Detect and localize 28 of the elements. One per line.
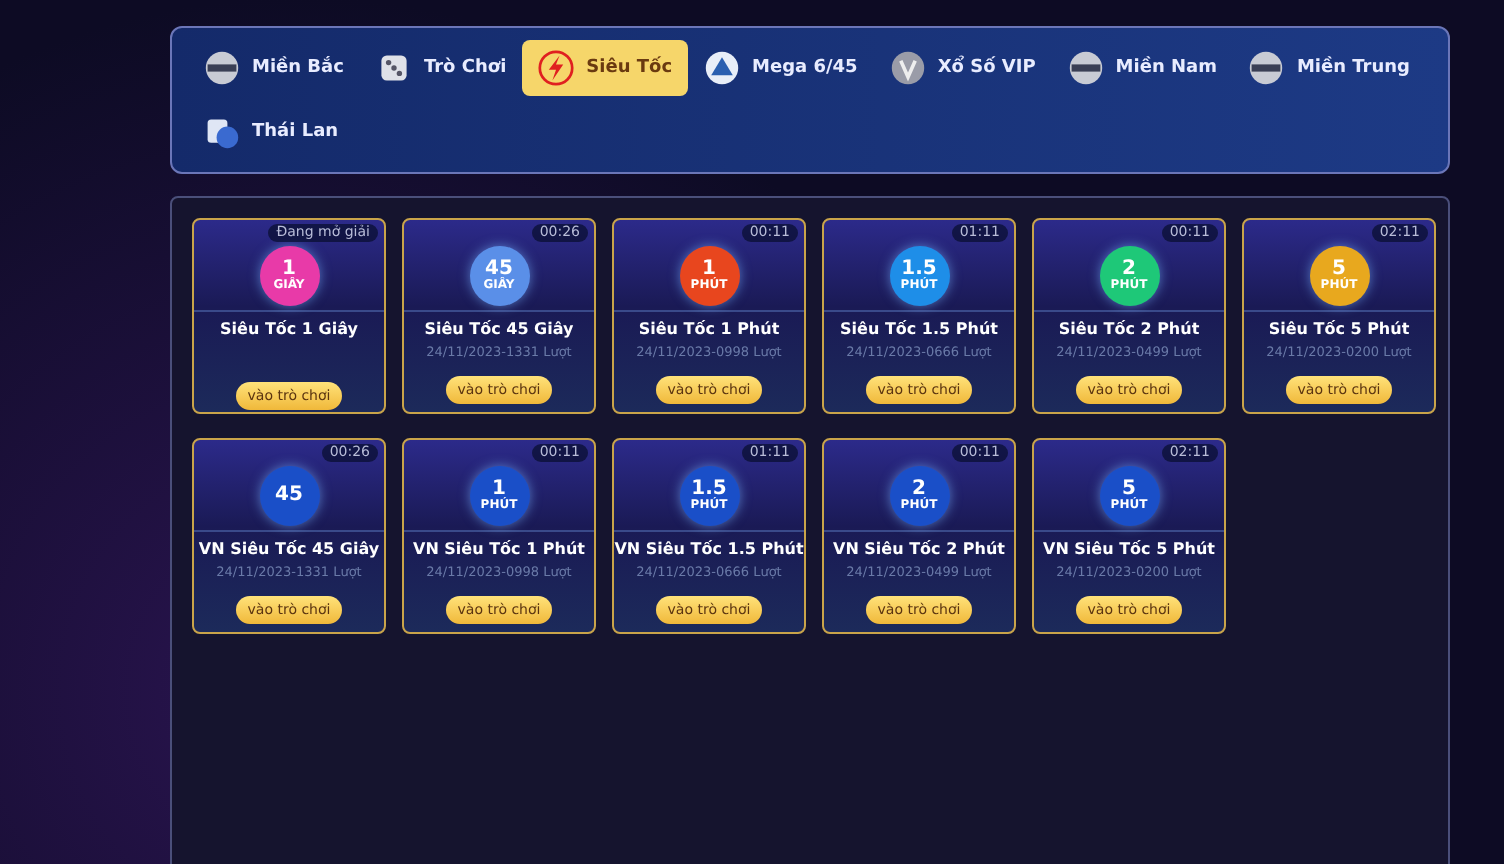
game-title: VN Siêu Tốc 45 Giây — [198, 540, 380, 558]
dice-icon — [375, 50, 412, 86]
category-tab[interactable]: Miền Bắc — [188, 40, 360, 96]
category-tab[interactable]: Xổ Số VIP — [873, 40, 1052, 96]
game-title: Siêu Tốc 1.5 Phút — [840, 320, 998, 338]
category-tab[interactable]: Trò Chơi — [359, 40, 523, 96]
game-title: VN Siêu Tốc 1.5 Phút — [614, 540, 804, 558]
game-title: Siêu Tốc 1 Giây — [220, 320, 358, 338]
lightning-icon — [538, 50, 575, 86]
game-title: Siêu Tốc 45 Giây — [424, 320, 574, 338]
category-tab[interactable]: Mega 6/45 — [688, 40, 874, 96]
game-logo: 45 — [259, 466, 319, 526]
game-title: VN Siêu Tốc 2 Phút — [833, 540, 1005, 558]
coin-icon — [889, 50, 926, 86]
medal-icon — [204, 50, 240, 86]
triangle-logo-icon — [704, 50, 741, 86]
category-tab[interactable]: Miền Nam — [1051, 40, 1233, 96]
category-tab[interactable]: Miền Trung — [1232, 40, 1426, 96]
game-title: VN Siêu Tốc 5 Phút — [1043, 540, 1215, 558]
game-title: Siêu Tốc 1 Phút — [638, 320, 780, 338]
game-title: Siêu Tốc 5 Phút — [1268, 320, 1410, 338]
medal-icon — [1248, 50, 1285, 86]
cards-icon — [204, 114, 240, 150]
medal-icon — [1067, 50, 1104, 86]
game-title: VN Siêu Tốc 1 Phút — [413, 540, 585, 558]
game-title: Siêu Tốc 2 Phút — [1058, 320, 1200, 338]
category-tab[interactable]: Siêu Tốc — [522, 40, 689, 96]
category-tab[interactable]: Thái Lan — [188, 104, 355, 160]
